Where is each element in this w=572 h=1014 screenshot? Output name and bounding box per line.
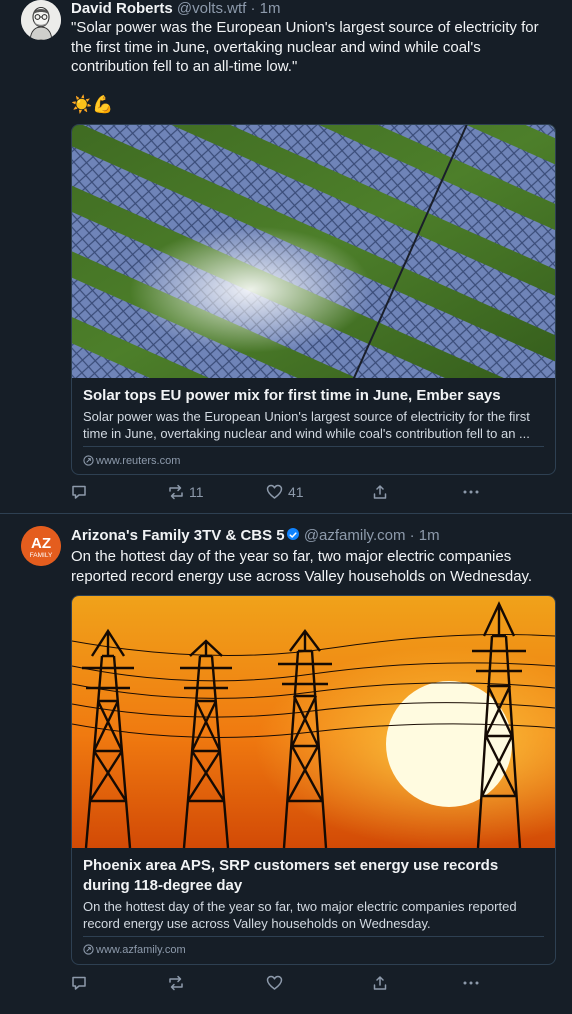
repost-button[interactable]: 11 [168,482,204,502]
post-header: Arizona's Family 3TV & CBS 5 @azfamily.c… [71,527,440,545]
more-icon [463,490,479,494]
card-divider [83,936,544,937]
post-actions: 11 41 [0,482,572,502]
card-domain-text: www.reuters.com [96,455,181,467]
link-card[interactable]: Phoenix area APS, SRP customers set ener… [71,595,556,965]
more-button[interactable] [462,482,480,502]
card-image [72,125,555,474]
post-time[interactable]: 1m [419,527,440,544]
author-name[interactable]: Arizona's Family 3TV & CBS 5 [71,527,285,544]
like-button[interactable] [266,973,288,993]
reply-icon [72,976,86,990]
share-button[interactable] [372,973,388,993]
like-icon [266,484,283,499]
card-domain-text: www.azfamily.com [96,944,186,956]
repost-icon [169,484,183,500]
reply-icon [72,485,86,499]
feed-post[interactable]: AZ FAMILY Arizona's Family 3TV & CBS 5 @… [0,513,572,1014]
post-actions [0,973,572,993]
repost-icon [169,975,183,991]
repost-count: 11 [189,484,204,500]
link-card[interactable]: Solar tops EU power mix for first time i… [71,124,556,475]
post-text: On the hottest day of the year so far, t… [71,548,533,585]
share-icon [373,976,387,990]
author-name[interactable]: David Roberts [71,0,173,17]
card-description: Solar power was the European Union's lar… [83,409,530,441]
link-icon [83,944,94,955]
reply-button[interactable] [71,973,92,993]
repost-button[interactable] [168,973,189,993]
author-handle[interactable]: @azfamily.com [304,527,406,544]
card-image [72,596,555,849]
post-text: "Solar power was the European Union's la… [71,19,539,75]
more-button[interactable] [462,973,480,993]
separator: · [250,0,256,17]
author-handle[interactable]: @volts.wtf [177,0,246,17]
card-domain: www.reuters.com [83,454,180,468]
link-icon [83,455,94,466]
card-domain: www.azfamily.com [83,943,186,957]
feed-post[interactable]: David Roberts @volts.wtf · 1m "Solar pow… [0,0,572,513]
post-header: David Roberts @volts.wtf · 1m [71,0,280,18]
share-button[interactable] [372,482,388,502]
verified-badge-icon [286,528,299,540]
more-icon [463,981,479,985]
like-button[interactable]: 41 [266,482,304,502]
avatar-logo-subtext: FAMILY [30,552,53,559]
card-title[interactable]: Solar tops EU power mix for first time i… [83,386,548,406]
reply-button[interactable] [71,482,92,502]
like-icon [266,975,283,990]
separator: · [409,527,415,544]
avatar[interactable]: AZ FAMILY [21,526,61,566]
card-title[interactable]: Phoenix area APS, SRP customers set ener… [83,856,548,895]
avatar[interactable] [21,0,61,40]
card-divider [83,446,544,447]
share-icon [373,485,387,499]
avatar-logo-text: AZ [31,535,51,552]
like-count: 41 [288,484,304,500]
post-emoji: ☀️💪 [71,95,114,114]
card-description: On the hottest day of the year so far, t… [83,899,517,931]
post-time[interactable]: 1m [260,0,281,17]
